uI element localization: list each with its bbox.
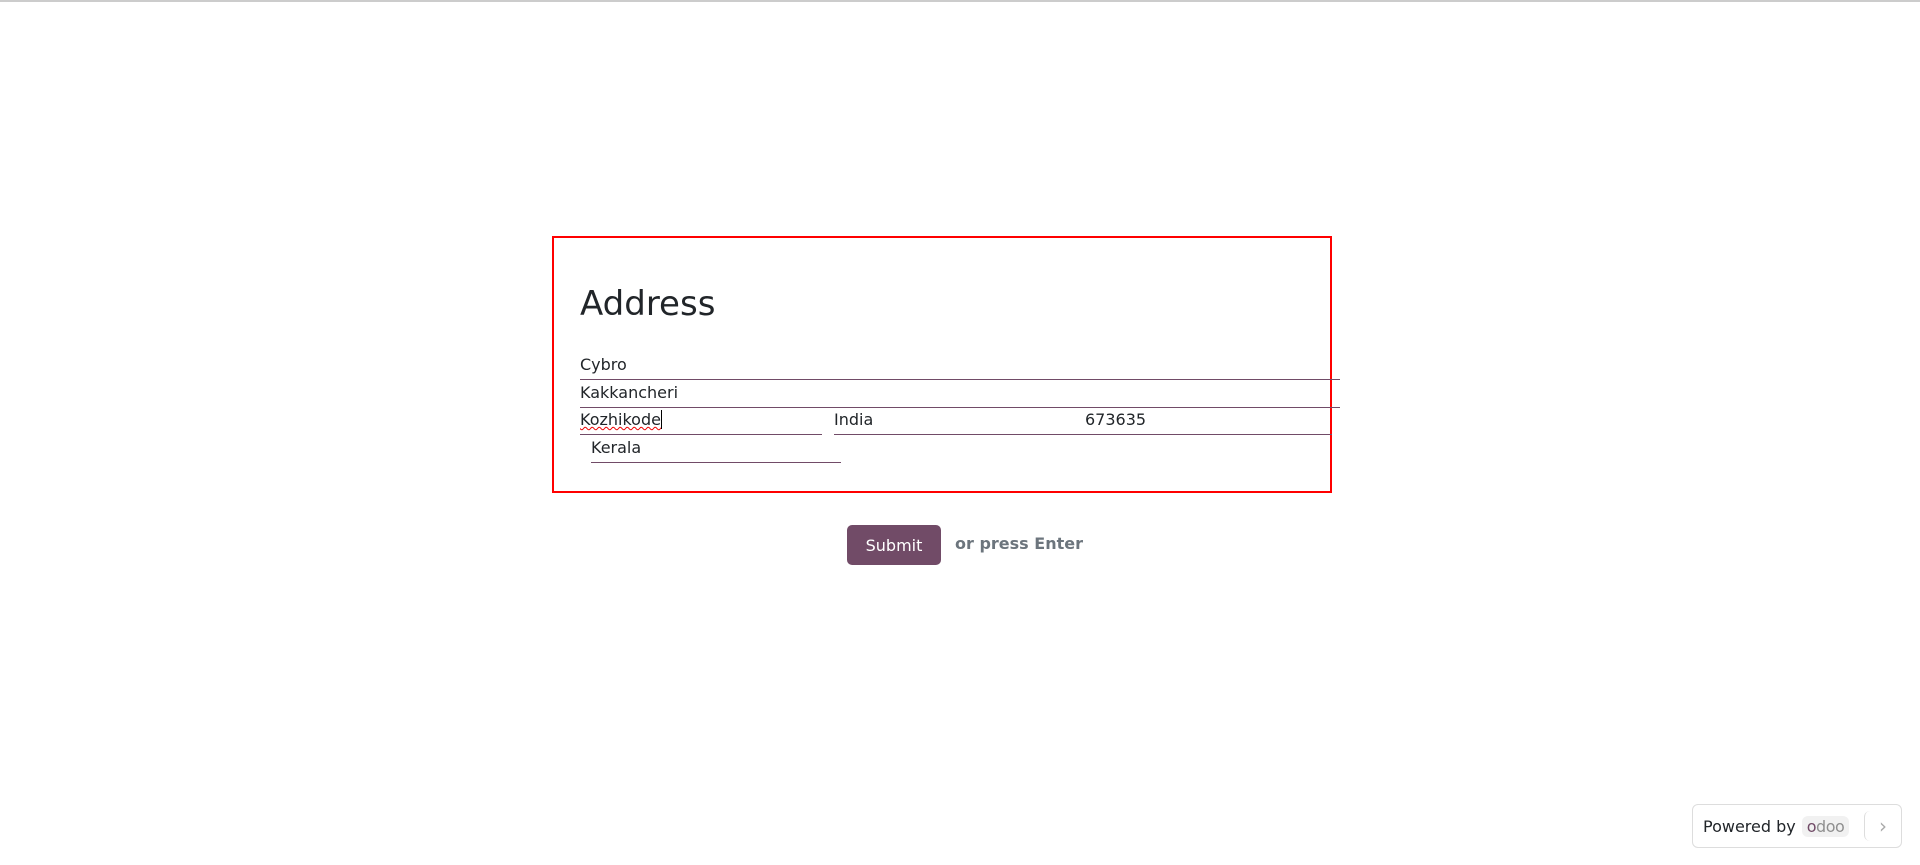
powered-by-badge[interactable]: Powered by odoo › [1692,804,1902,848]
street-input[interactable]: Cybro [580,355,1340,380]
odoo-logo: odoo [1801,815,1850,837]
city-input[interactable]: Kozhikode [580,410,822,435]
zip-input[interactable]: 673635 [1085,410,1146,429]
form-title: Address [580,284,716,324]
city-value: Kozhikode [580,410,661,429]
powered-by-label: Powered by [1703,816,1796,836]
country-zip-row: India 673635 [834,410,1332,435]
text-cursor [660,410,662,429]
country-input[interactable]: India [834,410,873,429]
state-input[interactable]: Kerala [591,438,841,463]
street2-input[interactable]: Kakkancheri [580,383,1340,408]
submit-button[interactable]: Submit [847,525,941,565]
chevron-right-icon[interactable]: › [1864,811,1901,841]
press-enter-hint: or press Enter [955,534,1083,553]
